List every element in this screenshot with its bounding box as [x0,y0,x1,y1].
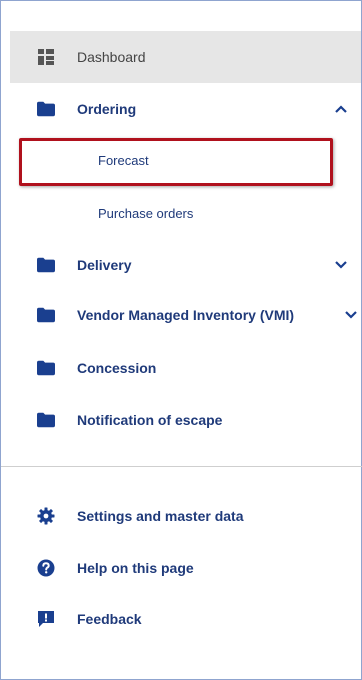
sidebar-item-label: Concession [77,360,157,376]
chevron-down-icon[interactable] [335,259,347,271]
sidebar-item-delivery[interactable]: Delivery [10,239,361,291]
folder-icon [37,411,55,429]
sidebar-subitem-purchase-orders[interactable]: Purchase orders [10,193,361,233]
chevron-up-icon[interactable] [335,103,347,115]
feedback-link[interactable]: Feedback [10,593,361,645]
sidebar-item-label: Delivery [77,257,132,273]
folder-icon [37,100,55,118]
folder-icon [37,256,55,274]
feedback-label: Feedback [77,611,142,627]
sidebar-item-label: Notification of escape [77,412,223,428]
settings-link[interactable]: Settings and master data [10,490,361,542]
sidebar-item-label: Ordering [77,101,137,117]
sidebar-item-notification-of-escape[interactable]: Notification of escape [10,394,361,446]
sidebar-item-label: Vendor Managed Inventory (VMI) [77,307,295,323]
sidebar-item-vmi[interactable]: Vendor Managed Inventory (VMI) [10,289,361,341]
divider [1,466,362,467]
navigation-panel: Dashboard Ordering Forecast Purchase ord… [0,0,362,680]
sidebar-subitem-label: Purchase orders [98,205,194,221]
sidebar-item-label: Dashboard [77,49,146,65]
dashboard-grid-icon [37,48,55,66]
sidebar-item-concession[interactable]: Concession [10,342,361,394]
forecast-highlight-box [19,138,333,186]
feedback-icon [37,610,55,628]
sidebar-item-ordering[interactable]: Ordering [10,83,361,135]
help-link[interactable]: Help on this page [10,542,361,594]
gear-icon [37,507,55,525]
folder-icon [37,306,55,324]
chevron-down-icon[interactable] [345,309,357,321]
settings-label: Settings and master data [77,508,244,524]
folder-icon [37,359,55,377]
help-label: Help on this page [77,560,194,576]
sidebar-item-dashboard[interactable]: Dashboard [10,31,361,83]
question-circle-icon [37,559,55,577]
